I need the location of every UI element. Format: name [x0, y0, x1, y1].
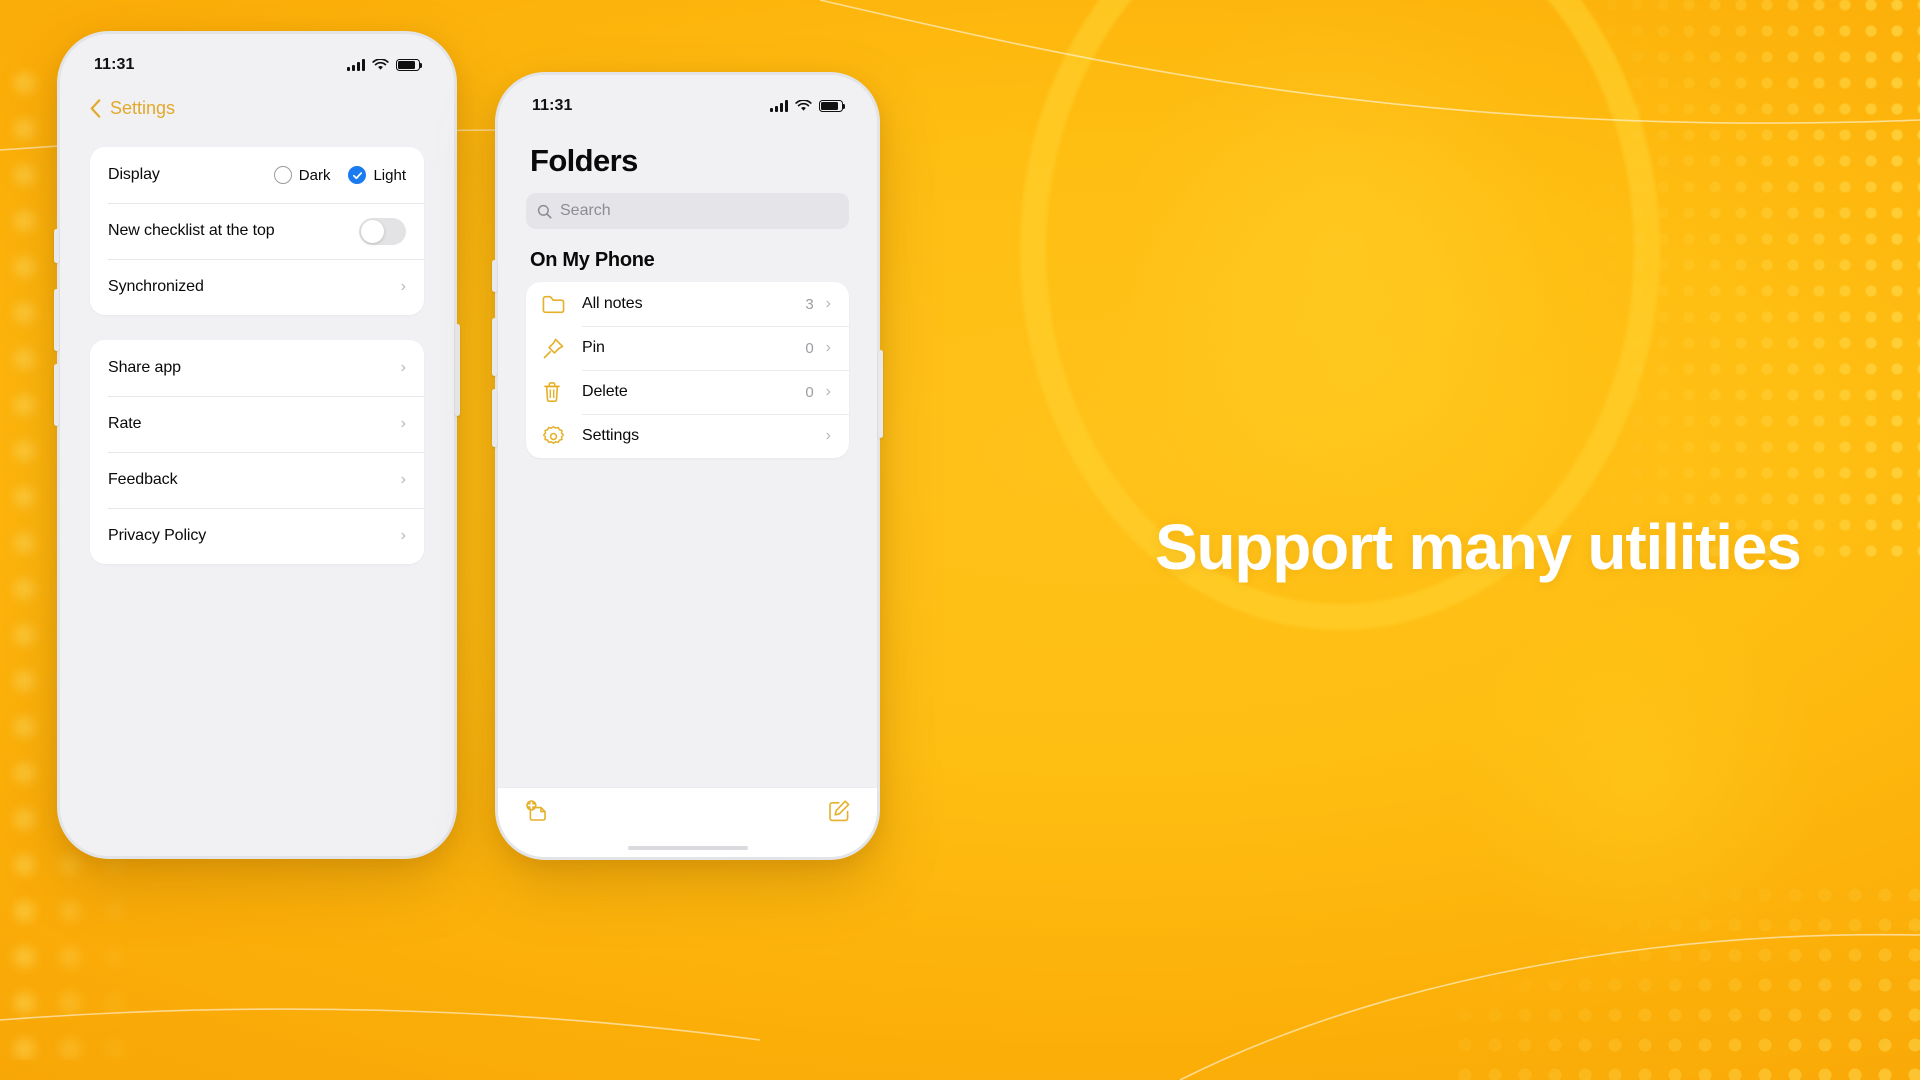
- battery-icon: [396, 59, 423, 71]
- settings-row-feedback[interactable]: Feedback ›: [90, 452, 424, 508]
- wifi-icon: [795, 100, 812, 111]
- display-option-dark[interactable]: Dark: [273, 166, 331, 184]
- promo-headline: Support many utilities: [1155, 511, 1802, 583]
- phone-mockup-settings: 11:31 Settings Display Dark Light New ch…: [54, 31, 460, 859]
- back-to-settings-button[interactable]: Settings: [60, 74, 454, 119]
- row-label: New checklist at the top: [108, 222, 275, 239]
- status-time: 11:31: [532, 97, 573, 114]
- add-folder-button[interactable]: [524, 799, 550, 828]
- cellular-signal-icon: [770, 100, 788, 112]
- folder-name: All notes: [582, 295, 643, 312]
- folder-icon: [542, 295, 574, 314]
- display-option-light-label: Light: [373, 166, 406, 184]
- pin-icon: [542, 337, 574, 360]
- page-title: Folders: [530, 143, 638, 178]
- folder-count: 0: [805, 339, 814, 357]
- section-header-on-my-phone: On My Phone: [530, 249, 655, 271]
- phone1-volume-down-button[interactable]: [54, 364, 59, 426]
- phone1-power-button[interactable]: [455, 324, 460, 416]
- status-bar: 11:31: [60, 34, 454, 74]
- status-icons: [347, 59, 423, 71]
- chevron-right-icon: ›: [400, 471, 406, 488]
- battery-icon: [819, 100, 846, 112]
- search-icon: [537, 204, 552, 219]
- folders-empty-area: [498, 458, 877, 787]
- display-option-light[interactable]: Light: [348, 166, 406, 184]
- settings-group-about: Share app › Rate › Feedback › Privacy Po…: [90, 340, 424, 564]
- new-checklist-toggle[interactable]: [359, 217, 406, 245]
- folder-name: Delete: [582, 383, 628, 400]
- chevron-right-icon: ›: [400, 415, 406, 432]
- trash-icon: [542, 381, 574, 403]
- folder-item-all-notes[interactable]: All notes 3 ›: [526, 282, 849, 326]
- status-bar: 11:31: [498, 75, 877, 115]
- chevron-right-icon: ›: [825, 383, 831, 400]
- settings-row-rate[interactable]: Rate ›: [90, 396, 424, 452]
- search-placeholder: Search: [560, 202, 611, 219]
- row-label: Rate: [108, 415, 142, 432]
- folder-count: 3: [805, 295, 814, 313]
- settings-row-privacy-policy[interactable]: Privacy Policy ›: [90, 508, 424, 564]
- home-indicator: [498, 839, 877, 857]
- settings-row-display: Display Dark Light: [90, 147, 424, 203]
- settings-row-share-app[interactable]: Share app ›: [90, 340, 424, 396]
- folder-name: Pin: [582, 339, 605, 356]
- row-label: Share app: [108, 359, 181, 376]
- chevron-right-icon: ›: [825, 295, 831, 312]
- settings-row-new-checklist: New checklist at the top: [90, 203, 424, 259]
- settings-screen: 11:31 Settings Display Dark Light New ch…: [60, 34, 454, 856]
- radio-unchecked-icon: [273, 166, 292, 184]
- bottom-toolbar: [498, 787, 877, 839]
- phone1-mute-button[interactable]: [54, 229, 59, 263]
- row-label: Feedback: [108, 471, 178, 488]
- phone1-volume-up-button[interactable]: [54, 289, 59, 351]
- chevron-right-icon: ›: [825, 427, 831, 444]
- display-option-dark-label: Dark: [298, 166, 331, 184]
- chevron-right-icon: ›: [400, 527, 406, 544]
- folder-count: 0: [805, 383, 814, 401]
- chevron-right-icon: ›: [400, 359, 406, 376]
- settings-empty-area: [60, 564, 454, 856]
- toggle-knob: [361, 219, 384, 243]
- chevron-right-icon: ›: [400, 278, 406, 295]
- search-input[interactable]: Search: [526, 193, 849, 229]
- cellular-signal-icon: [347, 59, 365, 71]
- folder-item-pin[interactable]: Pin 0 ›: [526, 326, 849, 370]
- folder-list: All notes 3 › Pin 0 › Delete 0 › Setting…: [526, 282, 849, 458]
- compose-note-button[interactable]: [827, 799, 851, 828]
- folder-item-settings[interactable]: Settings ›: [526, 414, 849, 458]
- status-icons: [770, 100, 846, 112]
- phone2-volume-up-button[interactable]: [492, 318, 497, 376]
- row-label: Privacy Policy: [108, 527, 207, 544]
- settings-group-display: Display Dark Light New checklist at the …: [90, 147, 424, 315]
- chevron-right-icon: ›: [825, 339, 831, 356]
- compose-note-icon: [829, 800, 850, 822]
- folder-item-delete[interactable]: Delete 0 ›: [526, 370, 849, 414]
- status-time: 11:31: [94, 56, 135, 73]
- display-mode-segmented-control: Dark Light: [273, 166, 406, 184]
- row-label: Display: [108, 166, 160, 183]
- gear-icon: [542, 425, 574, 448]
- wifi-icon: [372, 59, 389, 70]
- row-label: Synchronized: [108, 278, 204, 295]
- phone2-volume-down-button[interactable]: [492, 389, 497, 447]
- phone2-power-button[interactable]: [878, 350, 883, 438]
- settings-row-synchronized[interactable]: Synchronized ›: [90, 259, 424, 315]
- back-label: Settings: [110, 98, 176, 118]
- phone-mockup-folders: 11:31 Folders Search On My Phone All not…: [492, 72, 883, 860]
- radio-checked-icon: [348, 166, 367, 184]
- chevron-left-icon: [90, 99, 101, 118]
- folder-name: Settings: [582, 427, 640, 444]
- add-folder-icon: [526, 800, 546, 821]
- phone2-mute-button[interactable]: [492, 260, 497, 292]
- folders-screen: 11:31 Folders Search On My Phone All not…: [498, 75, 877, 857]
